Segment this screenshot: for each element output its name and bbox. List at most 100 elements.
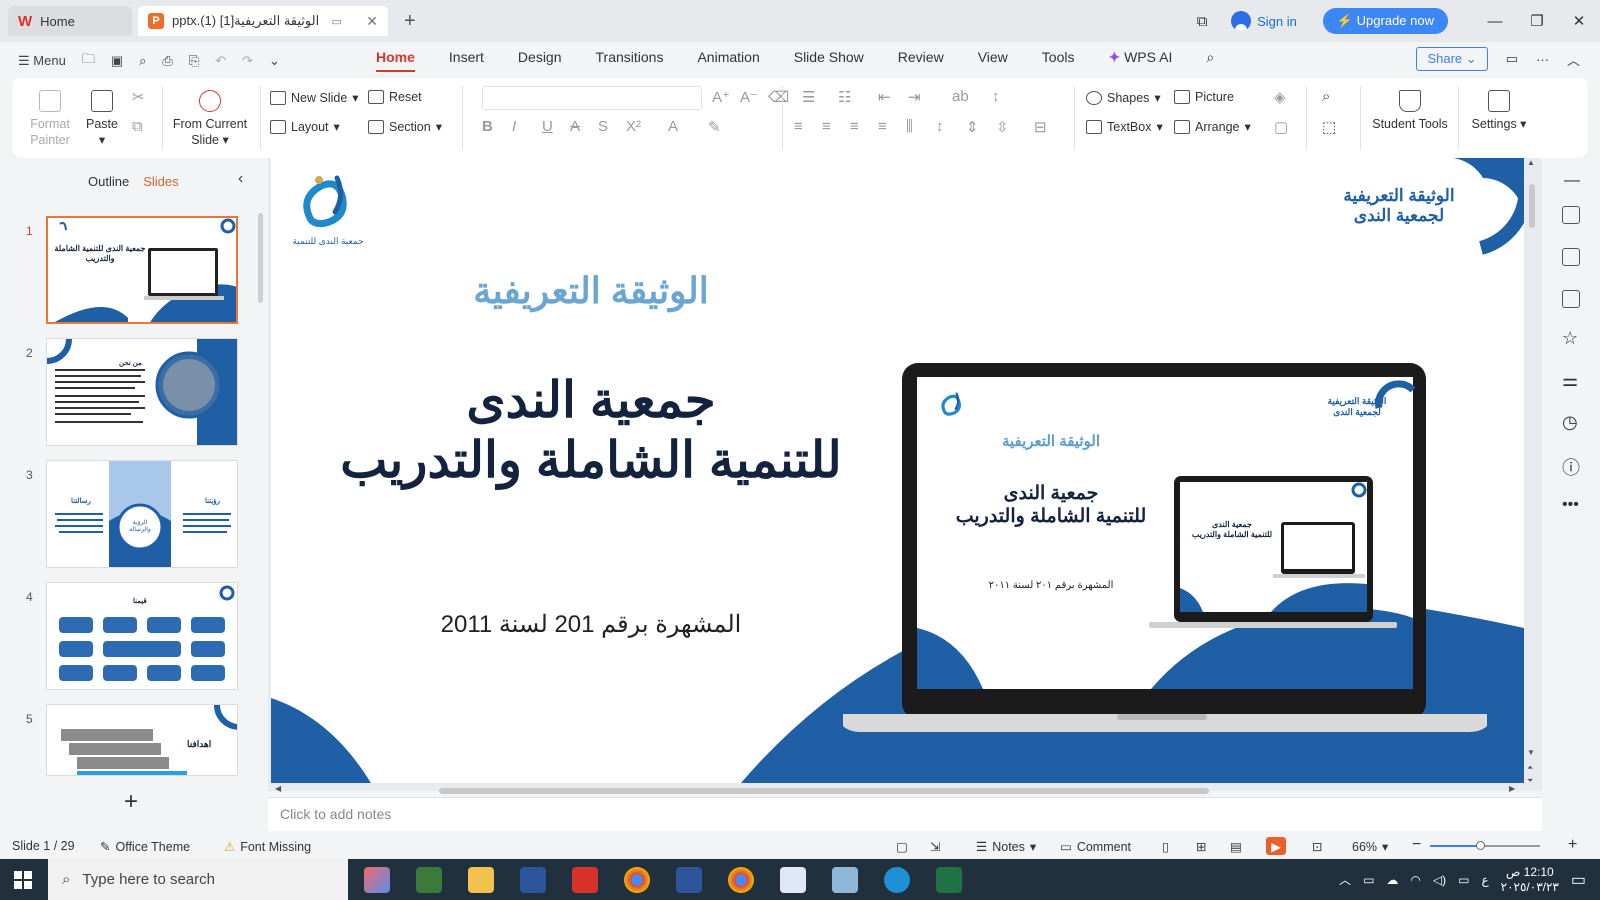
superscript-icon[interactable]: X² xyxy=(626,118,641,135)
history-icon[interactable]: ◷ xyxy=(1562,412,1578,433)
collapse-sidebar-icon[interactable]: — xyxy=(1564,172,1580,190)
font-shrink-icon[interactable]: A⁻ xyxy=(740,88,758,106)
slide-thumbnail-2[interactable]: من نحن xyxy=(46,338,238,446)
scroll-up-icon[interactable]: ▲ xyxy=(1527,158,1535,167)
reset-button[interactable]: Reset xyxy=(368,90,422,104)
redo-icon[interactable]: ↷ xyxy=(242,53,253,69)
panel-scrollbar[interactable] xyxy=(258,213,263,303)
strikethrough-icon[interactable]: A xyxy=(570,118,580,135)
numbering-icon[interactable]: ☷ xyxy=(838,88,851,106)
text-box-align-icon[interactable]: ⊟ xyxy=(1034,118,1047,136)
monitor-icon[interactable]: ▭ xyxy=(332,15,342,28)
format-painter-button[interactable]: Format Painter xyxy=(26,90,74,148)
textbox-button[interactable]: TextBox ▾ xyxy=(1086,119,1163,134)
display-icon[interactable]: ▭ xyxy=(1458,873,1469,887)
theme-indicator[interactable]: ✎ Office Theme xyxy=(100,839,190,855)
italic-icon[interactable]: I xyxy=(512,118,516,135)
word-icon[interactable] xyxy=(520,867,546,893)
new-slide-button[interactable]: New Slide ▾ xyxy=(270,90,359,105)
tab-wps-ai[interactable]: ✦ WPS AI xyxy=(1108,49,1172,72)
fill-icon[interactable]: ◈ xyxy=(1274,88,1286,106)
slide-sorter-icon[interactable]: ⊞ xyxy=(1196,839,1206,854)
outline-tab[interactable]: Outline xyxy=(88,174,129,189)
search-icon[interactable]: ⌕ xyxy=(1206,49,1214,72)
slides-tab[interactable]: Slides xyxy=(143,174,178,189)
star-icon[interactable]: ☆ xyxy=(1562,328,1578,349)
print-preview-icon[interactable]: ⎘ xyxy=(189,53,199,69)
horizontal-scrollbar[interactable]: ◀ ▶ xyxy=(271,783,1524,797)
highlight-icon[interactable]: ✎ xyxy=(708,118,721,136)
copy-icon[interactable]: ⧉ xyxy=(132,118,143,135)
share-button[interactable]: Share ⌄ xyxy=(1416,47,1488,71)
slide-thumbnail-4[interactable]: قيمنا xyxy=(46,582,238,690)
scroll-right-icon[interactable]: ▶ xyxy=(1509,784,1515,793)
file-explorer-icon[interactable] xyxy=(468,867,494,893)
undo-icon[interactable]: ↶ xyxy=(215,53,226,69)
cut-icon[interactable]: ✂ xyxy=(132,88,145,106)
quick-access-dropdown-icon[interactable]: ⌄ xyxy=(269,53,280,69)
chrome-profile-icon[interactable] xyxy=(728,867,754,893)
underline-icon[interactable]: U xyxy=(542,118,553,135)
notes-area[interactable]: Click to add notes xyxy=(268,797,1542,831)
shadow-icon[interactable]: S xyxy=(598,118,608,135)
normal-view-icon[interactable]: ▯ xyxy=(1162,839,1169,854)
font-missing-indicator[interactable]: ⚠ Font Missing xyxy=(224,839,311,855)
tab-home[interactable]: W Home xyxy=(8,6,132,36)
word-second-icon[interactable] xyxy=(676,867,702,893)
zoom-select[interactable]: 66% ▾ xyxy=(1352,839,1388,855)
upgrade-button[interactable]: ⚡ Upgrade now xyxy=(1322,8,1448,34)
line-spacing-icon[interactable]: ↕ xyxy=(936,118,944,135)
print-icon[interactable]: ⎙ xyxy=(162,53,172,69)
comment-toggle[interactable]: ▭ Comment xyxy=(1060,839,1131,855)
tab-home-menu[interactable]: Home xyxy=(376,49,415,72)
font-color-icon[interactable]: A xyxy=(668,118,678,135)
tab-view[interactable]: View xyxy=(978,49,1008,72)
adjust-icon[interactable]: ⚌ xyxy=(1562,370,1578,391)
from-current-slide-button[interactable]: From Current Slide ▾ xyxy=(170,90,250,148)
save-icon[interactable]: ▣ xyxy=(111,53,123,69)
tools-icon[interactable] xyxy=(1562,206,1580,224)
wifi-icon[interactable]: ◠ xyxy=(1410,873,1420,887)
font-name-select[interactable] xyxy=(482,86,702,110)
collapse-panel-icon[interactable]: ‹ xyxy=(238,170,243,188)
zoom-in-icon[interactable]: + xyxy=(1568,836,1577,854)
open-folder-icon[interactable]: 🗀 xyxy=(82,50,95,72)
clear-format-icon[interactable]: ⌫ xyxy=(768,88,789,106)
vertical-scroll-thumb[interactable] xyxy=(1529,184,1535,228)
tab-tools[interactable]: Tools xyxy=(1042,49,1075,72)
sort-icon[interactable]: ↕ xyxy=(992,88,1000,105)
close-tab-icon[interactable]: ✕ xyxy=(366,13,378,30)
bold-icon[interactable]: B xyxy=(482,118,493,135)
previous-slide-icon[interactable]: ⏶ xyxy=(1527,763,1533,773)
increase-indent-icon[interactable]: ⇥ xyxy=(908,88,921,106)
tab-document[interactable]: P الوثيقة التعريفية[1] (1).pptx ▭ ✕ xyxy=(138,6,388,36)
bullets-icon[interactable]: ☰ xyxy=(802,88,815,106)
tray-expand-icon[interactable]: ︿ xyxy=(1339,871,1351,888)
zoom-out-icon[interactable]: − xyxy=(1412,836,1421,854)
restore-icon[interactable]: ❐ xyxy=(1516,12,1558,30)
more-options-icon[interactable]: ••• xyxy=(1562,496,1579,514)
tab-design[interactable]: Design xyxy=(518,49,562,72)
horizontal-scroll-thumb[interactable] xyxy=(439,788,1209,794)
add-slide-button[interactable]: + xyxy=(124,788,138,816)
vertical-scrollbar[interactable]: ▲ ▼ ⏶ ⏷ xyxy=(1525,158,1539,791)
minimize-icon[interactable]: — xyxy=(1474,13,1516,30)
close-window-icon[interactable]: ✕ xyxy=(1558,12,1600,30)
battery-icon[interactable]: ▭ xyxy=(1363,873,1374,887)
decrease-indent-icon[interactable]: ⇤ xyxy=(878,88,891,106)
chrome-icon[interactable] xyxy=(624,867,650,893)
next-slide-icon[interactable]: ⏷ xyxy=(1527,776,1533,786)
fit-icon[interactable]: ▢ xyxy=(896,839,908,854)
tab-slide-show[interactable]: Slide Show xyxy=(794,49,864,72)
layout-button[interactable]: Layout ▾ xyxy=(270,119,340,134)
export-icon[interactable]: ⇲ xyxy=(930,839,940,854)
scroll-down-icon[interactable]: ▼ xyxy=(1527,748,1535,757)
picture-button[interactable]: Picture xyxy=(1174,90,1234,104)
section-button[interactable]: Section ▾ xyxy=(368,119,442,134)
comment-icon[interactable]: ▭ xyxy=(1506,51,1518,67)
onedrive-icon[interactable]: ☁ xyxy=(1386,873,1398,887)
notifications-icon[interactable]: ▭ xyxy=(1571,870,1586,890)
select-icon[interactable]: ⬚ xyxy=(1322,118,1336,136)
window-layout-icon[interactable]: ⧉ xyxy=(1181,13,1223,30)
vertical-align-icon[interactable]: ⇳ xyxy=(996,118,1009,136)
